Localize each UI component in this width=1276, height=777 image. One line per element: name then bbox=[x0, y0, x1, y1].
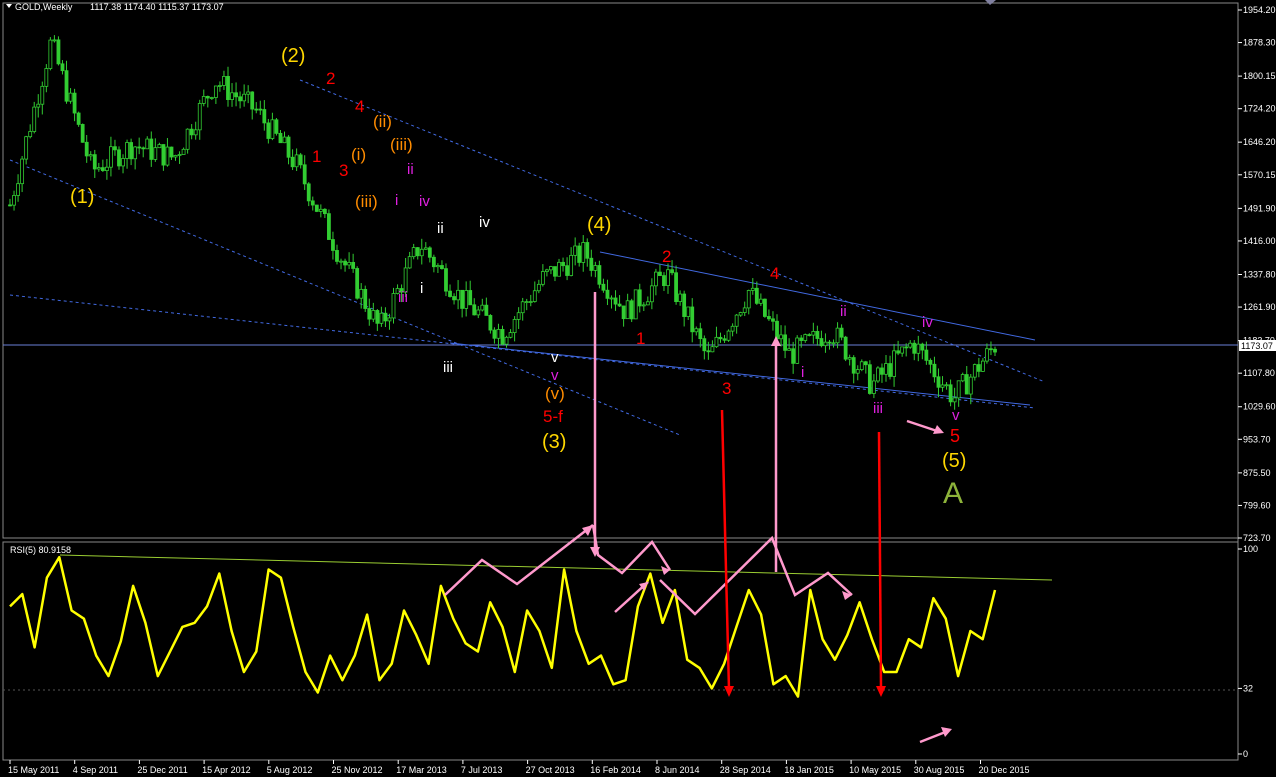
candle bbox=[444, 263, 448, 297]
wave-label: ii bbox=[437, 220, 444, 237]
wave-label: A bbox=[943, 477, 963, 510]
candle bbox=[843, 335, 848, 362]
wave-label: i bbox=[420, 280, 423, 297]
price-tick-label: 1800.15 bbox=[1243, 71, 1276, 81]
wave-label: iv bbox=[419, 193, 430, 210]
price-tick-label: 1724.20 bbox=[1243, 104, 1276, 114]
wave-label: (1) bbox=[70, 186, 94, 208]
time-tick-label: 8 Jun 2014 bbox=[655, 765, 700, 775]
candle bbox=[726, 329, 731, 342]
candle bbox=[355, 266, 360, 300]
time-tick-label: 18 Jan 2015 bbox=[784, 765, 834, 775]
wave-label: (3) bbox=[542, 431, 566, 453]
price-tick-label: 1107.80 bbox=[1243, 368, 1275, 378]
price-tick-label: 1416.00 bbox=[1243, 236, 1276, 246]
candle bbox=[327, 209, 331, 240]
wave-label: 4 bbox=[355, 97, 364, 116]
candle bbox=[314, 204, 319, 213]
wave-label: 2 bbox=[326, 69, 335, 88]
time-tick-label: 28 Sep 2014 bbox=[720, 765, 771, 775]
wave-label: (i) bbox=[351, 145, 366, 164]
wave-label: iv bbox=[479, 214, 490, 231]
wave-label: iii bbox=[873, 400, 883, 417]
price-tick-label: 1878.30 bbox=[1243, 38, 1276, 48]
time-tick-label: 5 Aug 2012 bbox=[267, 765, 313, 775]
wave-label: 3 bbox=[339, 161, 348, 180]
candle bbox=[762, 298, 767, 318]
wave-label: 3 bbox=[722, 379, 731, 398]
candle bbox=[391, 287, 396, 324]
wave-label: (2) bbox=[281, 45, 305, 67]
time-tick-label: 30 Aug 2015 bbox=[914, 765, 965, 775]
price-tick-label: 875.50 bbox=[1243, 468, 1271, 478]
current-price-tag: 1173.07 bbox=[1241, 341, 1273, 351]
wave-label: i bbox=[801, 364, 804, 381]
rsi-tick-label: 32 bbox=[1243, 683, 1253, 693]
ohlc-values: 1117.38 1174.40 1115.37 1173.07 bbox=[90, 2, 224, 12]
wave-label: (iii) bbox=[355, 192, 378, 211]
wave-label: 1 bbox=[636, 329, 645, 348]
chart-stage: GOLD,Weekly 1117.38 1174.40 1115.37 1173… bbox=[0, 0, 1276, 777]
time-tick-label: 4 Sep 2011 bbox=[73, 765, 118, 775]
wave-label: ii bbox=[840, 303, 847, 320]
wave-label: 5 bbox=[950, 426, 960, 446]
price-tick-label: 1261.90 bbox=[1243, 302, 1276, 312]
candle bbox=[363, 285, 368, 312]
price-tick-label: 1491.90 bbox=[1243, 203, 1276, 213]
wave-label: v bbox=[551, 349, 559, 366]
symbol-label: GOLD,Weekly bbox=[15, 2, 73, 12]
price-tick-label: 799.60 bbox=[1243, 500, 1271, 510]
candle bbox=[48, 37, 53, 71]
time-tick-label: 17 Mar 2013 bbox=[396, 765, 447, 775]
wave-label: v bbox=[551, 367, 559, 384]
time-tick-label: 10 May 2015 bbox=[849, 765, 901, 775]
time-tick-label: 25 Nov 2012 bbox=[332, 765, 383, 775]
time-tick-label: 27 Oct 2013 bbox=[526, 765, 575, 775]
wave-label: (5) bbox=[942, 450, 966, 472]
candle bbox=[633, 289, 638, 320]
time-tick-label: 15 Apr 2012 bbox=[202, 765, 251, 775]
candle bbox=[629, 298, 634, 323]
candle bbox=[56, 36, 61, 66]
wave-label: (iii) bbox=[390, 135, 413, 154]
wave-label: 5-f bbox=[543, 407, 563, 426]
wave-label: v bbox=[952, 407, 960, 424]
candle bbox=[867, 360, 872, 395]
candle bbox=[876, 366, 880, 383]
time-tick-label: 16 Feb 2014 bbox=[590, 765, 641, 775]
price-tick-label: 1570.15 bbox=[1243, 170, 1276, 180]
candle bbox=[117, 146, 121, 170]
candle bbox=[76, 111, 81, 127]
candle bbox=[80, 123, 85, 143]
time-tick-label: 15 May 2011 bbox=[8, 765, 59, 775]
price-tick-label: 1029.60 bbox=[1243, 402, 1276, 412]
wave-label: iv bbox=[922, 314, 933, 331]
wave-label: ii bbox=[407, 161, 414, 178]
time-tick-label: 25 Dec 2011 bbox=[137, 765, 187, 775]
candle bbox=[795, 335, 800, 364]
candle bbox=[274, 118, 279, 136]
wave-label: iii bbox=[398, 289, 408, 306]
price-tick-label: 953.70 bbox=[1243, 434, 1271, 444]
wave-label: (v) bbox=[545, 384, 565, 403]
rsi-tick-label: 100 bbox=[1243, 544, 1258, 554]
wave-label: (ii) bbox=[373, 112, 392, 131]
wave-label: iii bbox=[443, 359, 453, 376]
price-tick-label: 1646.20 bbox=[1243, 137, 1276, 147]
wave-label: 4 bbox=[770, 264, 779, 283]
rsi-label: RSI(5) 80.9158 bbox=[10, 545, 71, 555]
wave-label: 2 bbox=[662, 247, 671, 266]
price-tick-label: 723.70 bbox=[1243, 533, 1271, 543]
rsi-tick-label: 0 bbox=[1243, 749, 1248, 759]
wave-label: (4) bbox=[587, 214, 611, 236]
time-tick-label: 20 Dec 2015 bbox=[979, 765, 1030, 775]
wave-label: i bbox=[395, 192, 398, 209]
wave-label: 1 bbox=[312, 147, 321, 166]
price-tick-label: 1337.80 bbox=[1243, 269, 1276, 279]
price-tick-label: 1954.20 bbox=[1243, 5, 1276, 15]
time-tick-label: 7 Jul 2013 bbox=[461, 765, 503, 775]
